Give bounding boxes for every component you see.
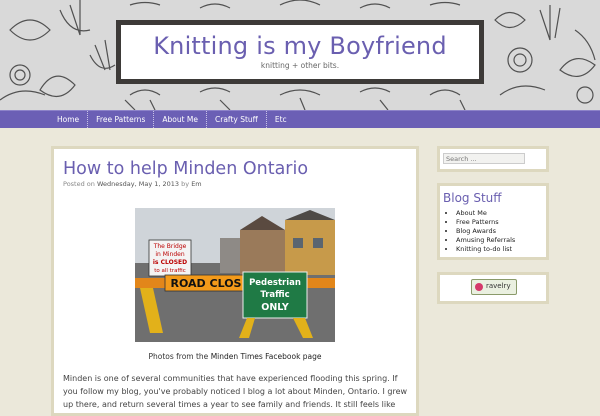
site-tagline: knitting + other bits. [260, 61, 340, 70]
widget-link-list: About Me Free Patterns Blog Awards Amusi… [444, 209, 515, 254]
ravelry-logo-icon [475, 283, 483, 291]
post-article: How to help Minden Ontario Posted on Wed… [51, 146, 419, 416]
widget-link-free-patterns[interactable]: Free Patterns [456, 218, 515, 227]
sign-bridge-line4: to all traffic [154, 268, 186, 274]
post-author[interactable]: Em [191, 180, 201, 188]
post-meta: Posted on Wednesday, May 1, 2013 by Em [63, 180, 202, 188]
widget-link-knitting-todo[interactable]: Knitting to-do list [456, 245, 515, 254]
nav-item-free-patterns[interactable]: Free Patterns [88, 111, 155, 128]
nav-item-about-me[interactable]: About Me [154, 111, 208, 128]
post-photo[interactable]: The Bridge in Minden is CLOSED to all tr… [135, 208, 335, 342]
widget-link-amusing-referrals[interactable]: Amusing Referrals [456, 236, 515, 245]
nav-item-crafty-stuff[interactable]: Crafty Stuff [207, 111, 267, 128]
widget-link-blog-awards[interactable]: Blog Awards [456, 227, 515, 236]
sign-bridge-line2: in Minden [155, 251, 185, 258]
search-widget [437, 146, 549, 172]
post-date[interactable]: Wednesday, May 1, 2013 [97, 180, 179, 188]
sign-road-closed: ROAD CLOS [171, 277, 242, 290]
ravelry-widget: ravelry [437, 272, 549, 304]
nav-item-home[interactable]: Home [49, 111, 89, 128]
widget-title: Blog Stuff [443, 191, 502, 205]
blog-stuff-widget: Blog Stuff About Me Free Patterns Blog A… [437, 183, 549, 260]
by-label: by [181, 180, 190, 188]
widget-link-about-me[interactable]: About Me [456, 209, 515, 218]
post-body: Minden is one of several communities tha… [63, 374, 408, 409]
search-input[interactable] [443, 153, 525, 164]
sign-pedestrian-line2: Traffic [260, 290, 289, 300]
sign-bridge-line3: is CLOSED [153, 259, 187, 266]
nav-item-etc[interactable]: Etc [267, 111, 295, 128]
sign-pedestrian-line1: Pedestrian [249, 278, 301, 288]
posted-on-label: Posted on [63, 180, 95, 188]
sign-bridge-line1: The Bridge [153, 243, 187, 250]
site-title[interactable]: Knitting is my Boyfriend [121, 32, 479, 60]
caption-prefix: Photos from the [148, 352, 209, 361]
photo-caption: Photos from the Minden Times Facebook pa… [54, 352, 416, 361]
header-banner: Knitting is my Boyfriend knitting + othe… [0, 0, 600, 110]
ravelry-button[interactable]: ravelry [471, 279, 517, 295]
main-nav: Home Free Patterns About Me Crafty Stuff… [0, 110, 600, 128]
post-title[interactable]: How to help Minden Ontario [63, 159, 308, 179]
sign-pedestrian-line3: ONLY [261, 302, 289, 313]
ravelry-label: ravelry [486, 282, 511, 290]
caption-link[interactable]: Minden Times Facebook page [211, 352, 322, 361]
site-title-box: Knitting is my Boyfriend knitting + othe… [116, 20, 484, 84]
